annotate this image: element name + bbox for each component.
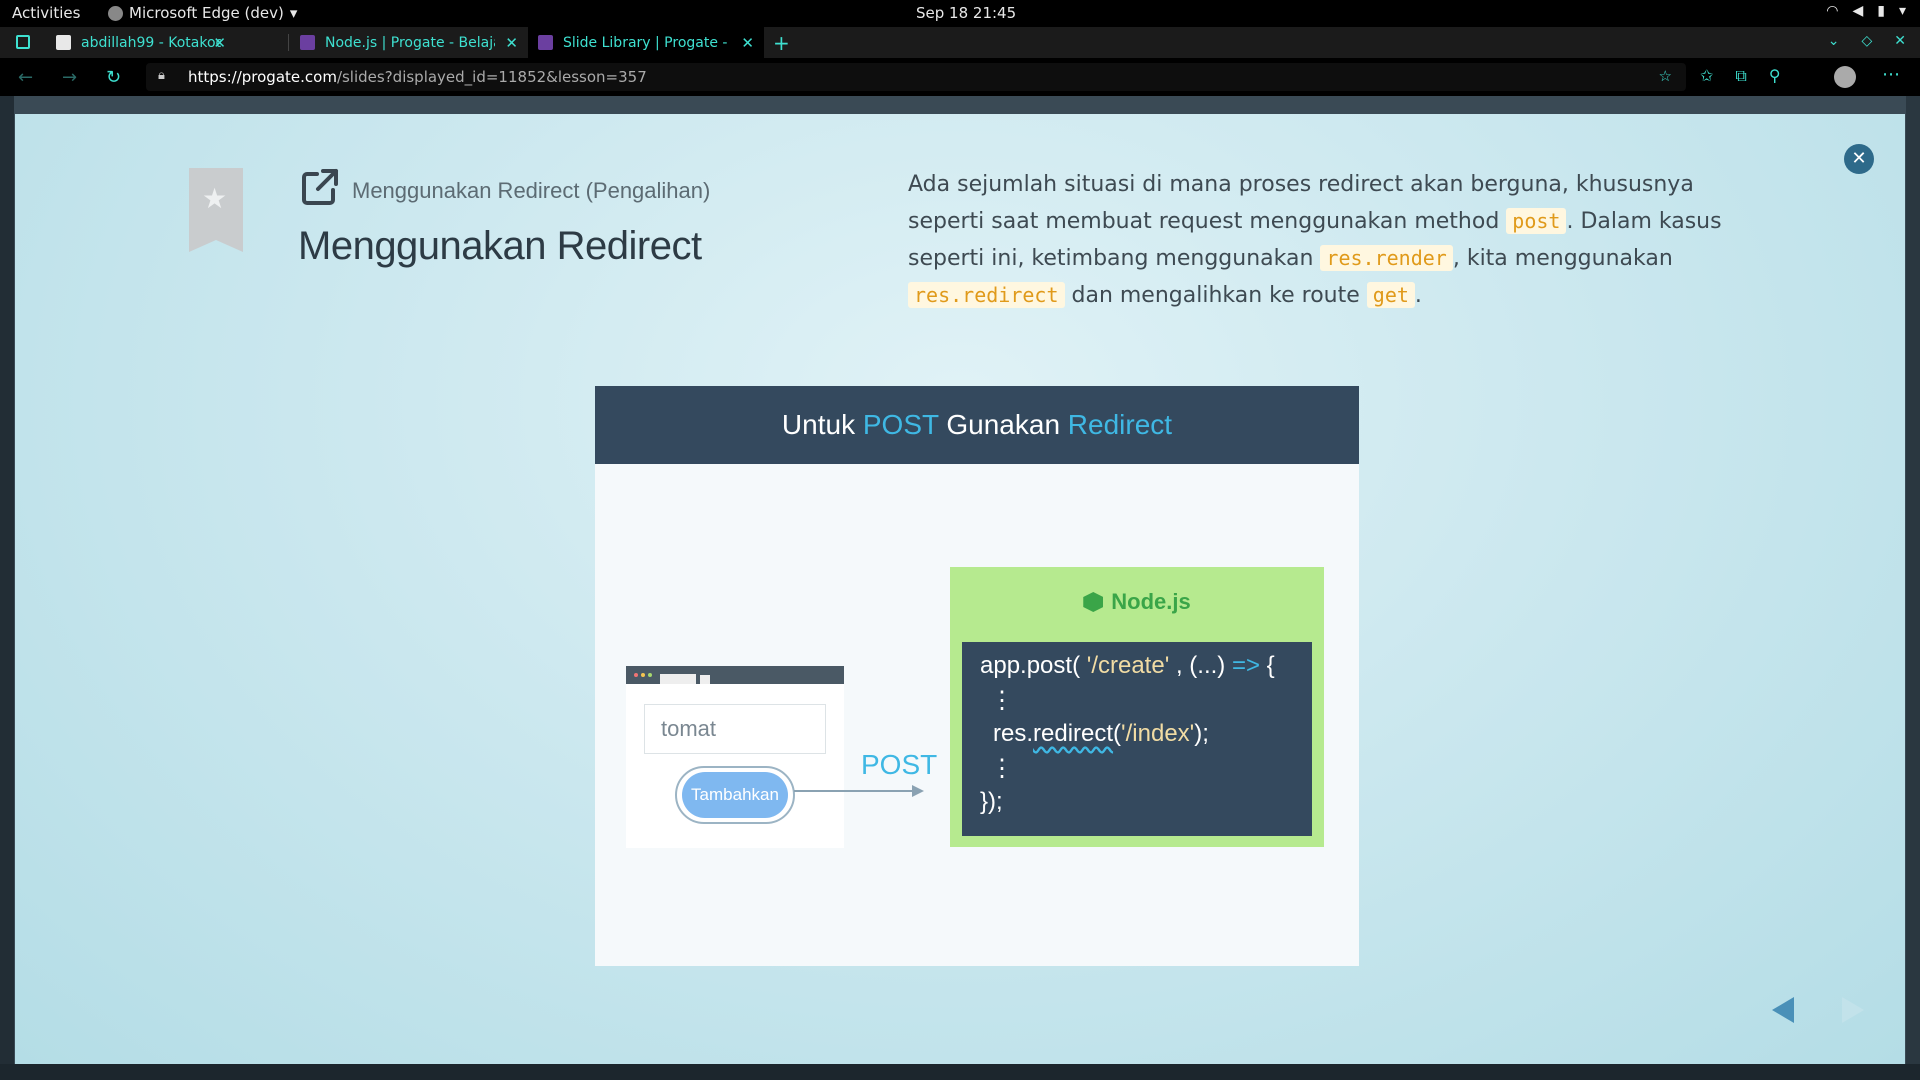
mini-browser-illustration: tomat Tambahkan xyxy=(626,666,844,848)
vertical-tabs-icon[interactable] xyxy=(16,35,30,49)
tab-favicon xyxy=(300,35,315,50)
tab-strip-actions: ⌄ ◇ ✕ xyxy=(1828,33,1906,49)
window-close-icon[interactable]: ✕ xyxy=(1894,33,1906,49)
left-dimmed-strip xyxy=(0,96,14,1080)
system-top-bar: Activities Microsoft Edge (dev) ▾ Sep 18… xyxy=(0,0,1920,27)
new-tab-button[interactable]: + xyxy=(773,31,790,55)
slide-description: Ada sejumlah situasi di mana proses redi… xyxy=(908,172,1722,308)
star-icon: ★ xyxy=(202,182,228,215)
illustration-text-input: tomat xyxy=(644,704,826,754)
chevron-down-icon: ▾ xyxy=(1898,3,1906,19)
code-line: app.post( '/create' , (...) => { xyxy=(980,652,1275,679)
tab-close-icon[interactable]: ✕ xyxy=(741,34,754,52)
next-slide-button[interactable] xyxy=(1842,997,1864,1023)
slide-subtitle: Menggunakan Redirect (Pengalihan) xyxy=(352,178,711,203)
edge-app-icon xyxy=(108,5,123,21)
forward-button[interactable]: → xyxy=(62,67,77,88)
mini-tab-new xyxy=(700,675,710,684)
tab-favicon xyxy=(56,35,71,50)
tab-nodejs-progate[interactable]: Node.js | Progate - Belajar ✕ xyxy=(290,27,528,58)
app-menu-label: Microsoft Edge (dev) xyxy=(129,4,284,22)
tab-slide-library[interactable]: Slide Library | Progate - Bel ✕ xyxy=(528,27,764,58)
bottom-dimmed-strip xyxy=(0,1064,1920,1080)
code-line: ⋮ xyxy=(990,755,1014,782)
code-line: ⋮ xyxy=(990,687,1014,714)
right-dimmed-strip xyxy=(1906,96,1920,1080)
collections-icon[interactable]: ⧉ xyxy=(1735,66,1746,86)
address-bar[interactable]: 🔒︎ https://progate.com/slides?displayed_… xyxy=(146,63,1686,91)
mini-browser-bar xyxy=(626,666,844,684)
tab-close-icon[interactable]: ✕ xyxy=(505,34,518,52)
tab-favicon xyxy=(538,35,553,50)
nodejs-title: Node.js xyxy=(950,589,1324,615)
sync-icon[interactable]: ◇ xyxy=(1861,33,1872,49)
inline-code: res.render xyxy=(1320,245,1453,271)
illustration-tambahkan-button: Tambahkan xyxy=(682,772,788,818)
inline-code: res.redirect xyxy=(908,282,1065,308)
slide-title: Menggunakan Redirect xyxy=(298,224,702,268)
slide-modal: ★ Menggunakan Redirect (Pengalihan) Meng… xyxy=(15,114,1905,1064)
tab-list-chevron-icon[interactable]: ⌄ xyxy=(1828,33,1840,49)
tab-kotakode[interactable]: abdillah99 - Kotakode.com ✕ xyxy=(46,27,236,58)
code-block: app.post( '/create' , (...) => { ⋮ res.r… xyxy=(962,642,1312,836)
toolbar-icons: ✩ ⧉ ⚲ xyxy=(1700,66,1781,86)
more-menu-icon[interactable]: ⋯ xyxy=(1882,64,1900,85)
post-arrow-label: POST xyxy=(861,749,938,780)
lock-icon[interactable]: 🔒︎ xyxy=(158,68,165,83)
previous-slide-button[interactable] xyxy=(1772,997,1794,1023)
figure-header: Untuk POST Gunakan Redirect xyxy=(595,386,1359,464)
nodejs-panel: Node.js app.post( '/create' , (...) => {… xyxy=(950,567,1324,847)
favorites-icon[interactable]: ✩ xyxy=(1700,66,1713,86)
app-menu[interactable]: Microsoft Edge (dev) ▾ xyxy=(108,4,297,22)
wifi-icon: ◠ xyxy=(1826,3,1839,19)
extensions-icon[interactable]: ⚲ xyxy=(1769,66,1781,86)
profile-avatar[interactable] xyxy=(1834,66,1856,88)
close-slide-button[interactable]: ✕ xyxy=(1844,144,1874,174)
post-arrow xyxy=(794,785,924,797)
tab-title: Slide Library | Progate - Bel xyxy=(563,34,733,51)
code-line: res.redirect('/index'); xyxy=(993,720,1209,747)
url-text[interactable]: https://progate.com/slides?displayed_id=… xyxy=(188,68,647,86)
nodejs-hexagon-icon xyxy=(1083,592,1104,612)
mini-dot-green xyxy=(648,673,652,677)
tab-title: abdillah99 - Kotakode.com xyxy=(81,34,221,51)
tab-title: Node.js | Progate - Belajar xyxy=(325,34,495,51)
battery-icon: ▮ xyxy=(1877,3,1885,19)
system-tray[interactable]: ◠ ◀ ▮ ▾ xyxy=(1826,3,1906,19)
back-button[interactable]: ← xyxy=(18,67,33,88)
activities-button[interactable]: Activities xyxy=(12,4,80,22)
code-line: }); xyxy=(980,788,1003,815)
clock[interactable]: Sep 18 21:45 xyxy=(916,4,1016,22)
refresh-button[interactable]: ↻ xyxy=(106,67,121,88)
mini-tab xyxy=(660,674,696,684)
slide-figure: Untuk POST Gunakan Redirect tomat Tambah… xyxy=(595,386,1359,966)
external-link-icon xyxy=(302,169,338,205)
add-favorite-icon[interactable]: ☆ xyxy=(1659,67,1672,85)
inline-code: post xyxy=(1506,208,1567,234)
mini-dot-yellow xyxy=(641,673,645,677)
chevron-down-icon: ▾ xyxy=(289,4,298,22)
mini-dot-red xyxy=(634,673,638,677)
tab-separator xyxy=(288,34,289,51)
tab-close-icon[interactable]: ✕ xyxy=(213,34,226,52)
volume-icon: ◀ xyxy=(1852,3,1864,19)
inline-code: get xyxy=(1366,282,1415,308)
bookmark-button[interactable]: ★ xyxy=(189,168,243,252)
